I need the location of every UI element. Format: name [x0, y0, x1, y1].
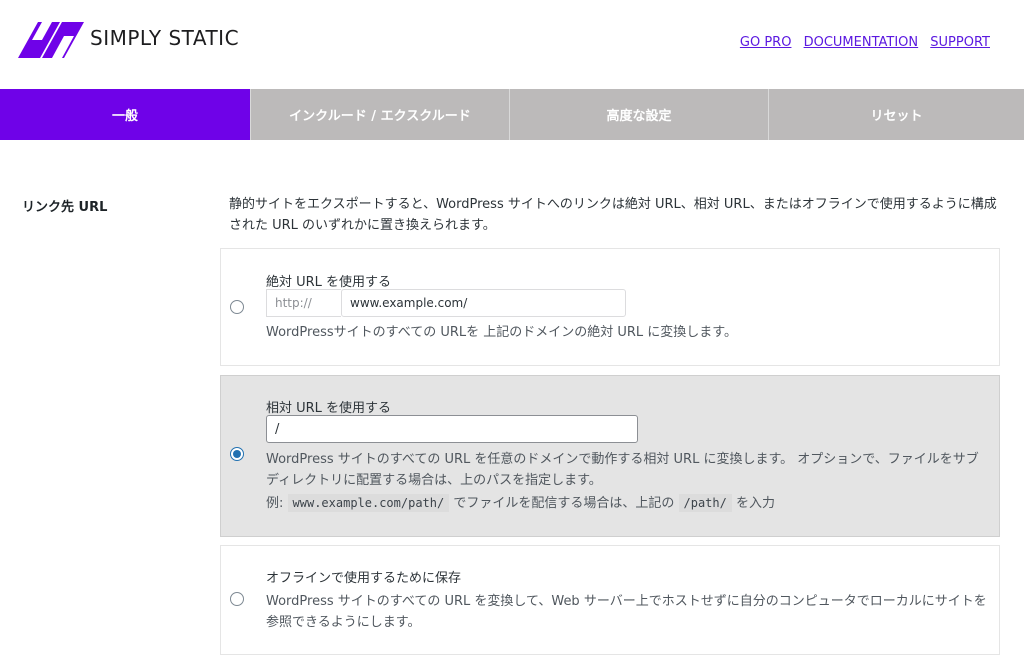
destination-url-label: リンク先 URL — [22, 200, 108, 215]
tab-reset[interactable]: リセット — [769, 89, 1024, 140]
simply-static-logo-icon — [18, 22, 84, 58]
documentation-link[interactable]: DOCUMENTATION — [804, 35, 919, 50]
absolute-url-title: 絶対 URL を使用する — [266, 275, 392, 290]
relative-url-title: 相対 URL を使用する — [266, 401, 392, 416]
offline-usage-radio[interactable] — [230, 592, 244, 606]
relative-url-help: WordPress サイトのすべての URL を任意のドメインで動作する相対 U… — [266, 452, 979, 488]
settings-tabs: 一般 インクルード / エクスクルード 高度な設定 リセット — [0, 89, 1024, 140]
tab-general[interactable]: 一般 — [0, 89, 251, 140]
destination-url-description: 静的サイトをエクスポートすると、WordPress サイトへのリンクは絶対 UR… — [229, 197, 997, 233]
absolute-url-radio[interactable] — [230, 300, 244, 314]
support-link[interactable]: SUPPORT — [930, 35, 990, 50]
example-middle: でファイルを配信する場合は、上記の — [449, 496, 679, 511]
absolute-url-host-input[interactable] — [341, 289, 626, 317]
absolute-url-help: WordPressサイトのすべての URLを 上記のドメインの絶対 URL に変… — [266, 325, 738, 340]
tab-advanced[interactable]: 高度な設定 — [510, 89, 769, 140]
header-links: GO PRO DOCUMENTATION SUPPORT — [732, 35, 990, 50]
option-relative-url[interactable]: 相対 URL を使用する WordPress サイトのすべての URL を任意の… — [220, 375, 1000, 537]
example-prefix: 例: — [266, 496, 288, 511]
example-suffix: を入力 — [731, 496, 775, 511]
page-header: SIMPLY STATIC GO PRO DOCUMENTATION SUPPO… — [0, 0, 1024, 89]
url-scheme-prefix[interactable]: http:// — [266, 289, 341, 317]
go-pro-link[interactable]: GO PRO — [740, 35, 792, 50]
brand-name: SIMPLY STATIC — [90, 26, 240, 50]
example-code: www.example.com/path/ — [287, 494, 450, 512]
relative-url-example: 例: www.example.com/path/ でファイルを配信する場合は、上… — [266, 493, 991, 514]
relative-url-path-input[interactable] — [266, 415, 638, 443]
offline-usage-title: オフラインで使用するために保存 — [266, 571, 462, 586]
tab-include-exclude[interactable]: インクルード / エクスクルード — [251, 89, 510, 140]
relative-url-radio[interactable] — [230, 447, 244, 461]
example-path-code: /path/ — [678, 494, 732, 512]
option-offline-usage[interactable]: オフラインで使用するために保存 WordPress サイトのすべての URL を… — [220, 545, 1000, 655]
option-absolute-url[interactable]: 絶対 URL を使用する http:// WordPressサイトのすべての U… — [220, 248, 1000, 366]
offline-usage-help: WordPress サイトのすべての URL を変換して、Web サーバー上でホ… — [266, 594, 987, 630]
